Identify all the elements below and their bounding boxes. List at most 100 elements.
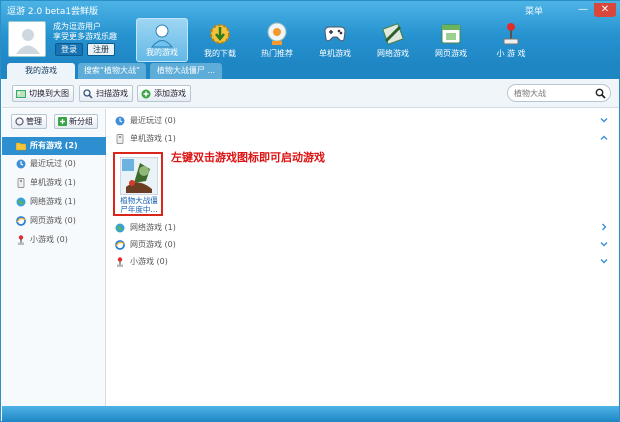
avatar[interactable] [8, 21, 46, 57]
sidebar-item-label: 所有游戏 (2) [30, 141, 78, 150]
nav-online-games[interactable]: 网络游戏 [367, 18, 419, 62]
computer-icon [17, 178, 25, 188]
sidebar-item-single-player[interactable]: 单机游戏 (1) [2, 174, 106, 192]
gamepad-icon [324, 26, 346, 42]
chevron-down-icon[interactable] [599, 115, 609, 125]
register-button[interactable]: 注册 [87, 43, 115, 56]
minimize-button[interactable]: — [574, 3, 592, 17]
new-group-button[interactable]: 新分组 [54, 114, 98, 129]
nav-my-downloads[interactable]: 我的下载 [194, 18, 246, 62]
nav-label: 小 游 戏 [496, 49, 526, 58]
nav-label: 我的游戏 [146, 48, 178, 57]
search-input[interactable] [514, 87, 594, 99]
sidebar: 管理 新分组 所有游戏 (2) 最近玩过 (0) 单机游戏 (1) 网络游戏 (… [2, 109, 106, 406]
tab-bar: 我的游戏 搜索“植物大战” 植物大战僵尸 ... [1, 63, 620, 79]
scan-games-label: 扫描游戏 [96, 89, 128, 98]
group-label: 网页游戏 (0) [130, 240, 176, 249]
computer-icon [116, 134, 124, 144]
game-name-line2: 尸年度中... [120, 205, 158, 214]
sidebar-item-all-games[interactable]: 所有游戏 (2) [2, 137, 106, 155]
avatar-user-icon [16, 29, 40, 54]
switch-view-label: 切换到大图 [29, 89, 69, 98]
manage-icon [15, 117, 24, 126]
add-icon [141, 89, 151, 99]
search-box[interactable] [507, 84, 611, 102]
add-game-label: 添加游戏 [154, 89, 186, 98]
globe-icon [115, 223, 125, 233]
status-bar [2, 406, 619, 422]
hot-recommend-icon [267, 22, 287, 45]
nav-label: 单机游戏 [319, 49, 351, 58]
game-name: 植物大战僵 尸年度中... [116, 196, 162, 214]
tab-my-games[interactable]: 我的游戏 [7, 63, 75, 79]
joystick-icon [503, 23, 519, 45]
online-game-icon [382, 23, 404, 45]
sidebar-item-recent[interactable]: 最近玩过 (0) [2, 155, 106, 173]
joystick-icon [18, 235, 24, 245]
login-button[interactable]: 登录 [55, 43, 83, 56]
chevron-down-icon[interactable] [599, 256, 609, 266]
menu-button[interactable]: 菜单 [525, 4, 543, 17]
group-mini-games[interactable]: 小游戏 (0) [115, 254, 611, 270]
manage-label: 管理 [26, 117, 42, 126]
user-prompt-line2: 享受更多游戏乐趣 [53, 32, 117, 41]
header-bar: 逗游 2.0 beta1尝鲜版 菜单 — ✕ 成为逗游用户 享受更多游戏乐趣 登… [1, 1, 620, 65]
search-icon[interactable] [595, 88, 606, 99]
sidebar-item-label: 网页游戏 (0) [30, 216, 76, 225]
image-view-icon [16, 90, 26, 98]
scan-games-button[interactable]: 扫描游戏 [79, 85, 133, 102]
nav-mini-games[interactable]: 小 游 戏 [485, 18, 537, 62]
add-icon [58, 117, 67, 126]
user-prompt-line1: 成为逗游用户 [53, 22, 101, 31]
sidebar-item-web-games[interactable]: 网页游戏 (0) [2, 212, 106, 230]
folder-icon [16, 142, 26, 151]
download-gear-icon [210, 24, 230, 44]
clock-icon [115, 116, 125, 126]
launch-hint: 左键双击游戏图标即可启动游戏 [171, 151, 325, 164]
nav-my-games[interactable]: 我的游戏 [136, 18, 188, 62]
nav-single-player[interactable]: 单机游戏 [309, 18, 361, 62]
game-tile-pvz[interactable]: 植物大战僵 尸年度中... [113, 152, 163, 216]
group-web-games[interactable]: 网页游戏 (0) [115, 237, 611, 253]
sidebar-item-mini-games[interactable]: 小游戏 (0) [2, 231, 106, 249]
group-label: 最近玩过 (0) [130, 116, 176, 125]
group-online-games[interactable]: 网络游戏 (1) [115, 220, 611, 236]
switch-view-button[interactable]: 切换到大图 [12, 85, 74, 102]
sidebar-item-label: 最近玩过 (0) [30, 159, 76, 168]
tab-game-detail[interactable]: 植物大战僵尸 ... [150, 63, 222, 79]
ie-icon [16, 216, 26, 226]
toolbar: 切换到大图 扫描游戏 添加游戏 [2, 79, 619, 108]
group-single-player[interactable]: 单机游戏 (1) [115, 131, 611, 147]
globe-icon [16, 197, 26, 207]
add-game-button[interactable]: 添加游戏 [137, 85, 191, 102]
nav-label: 网页游戏 [435, 49, 467, 58]
chevron-up-icon[interactable] [599, 133, 609, 143]
joystick-icon [117, 257, 123, 267]
new-group-label: 新分组 [69, 117, 93, 126]
nav-label: 热门推荐 [261, 49, 293, 58]
close-button[interactable]: ✕ [594, 3, 616, 17]
sidebar-item-label: 小游戏 (0) [30, 235, 68, 244]
sidebar-item-label: 单机游戏 (1) [30, 178, 76, 187]
chevron-down-icon[interactable] [599, 239, 609, 249]
clock-icon [16, 159, 26, 169]
app-title: 逗游 2.0 beta1尝鲜版 [7, 7, 99, 17]
plants-vs-zombies-icon [120, 157, 158, 195]
nav-web-games[interactable]: 网页游戏 [425, 18, 477, 62]
app-window: 逗游 2.0 beta1尝鲜版 菜单 — ✕ 成为逗游用户 享受更多游戏乐趣 登… [0, 0, 620, 422]
sidebar-item-label: 网络游戏 (1) [30, 197, 76, 206]
group-recent[interactable]: 最近玩过 (0) [115, 113, 611, 129]
my-games-icon [150, 24, 174, 48]
group-label: 小游戏 (0) [130, 257, 168, 266]
nav-label: 我的下载 [204, 49, 236, 58]
manage-button[interactable]: 管理 [11, 114, 47, 129]
web-game-icon [441, 24, 461, 44]
game-name-line1: 植物大战僵 [120, 196, 158, 205]
chevron-right-icon[interactable] [599, 222, 609, 232]
group-label: 网络游戏 (1) [130, 223, 176, 232]
group-label: 单机游戏 (1) [130, 134, 176, 143]
nav-hot-recommend[interactable]: 热门推荐 [251, 18, 303, 62]
tab-search-result[interactable]: 搜索“植物大战” [78, 63, 146, 79]
sidebar-item-online-games[interactable]: 网络游戏 (1) [2, 193, 106, 211]
ie-icon [115, 240, 125, 250]
